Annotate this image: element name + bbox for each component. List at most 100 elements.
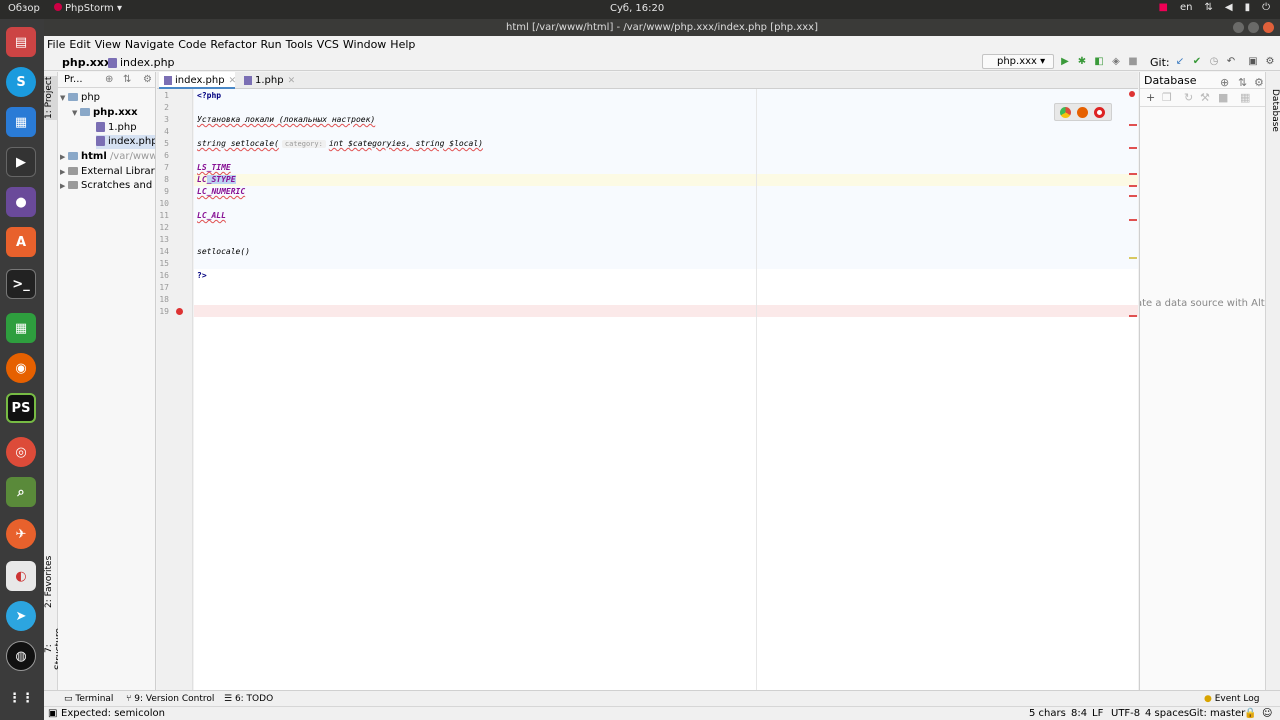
terminal-icon[interactable]: >_ [6, 269, 36, 299]
tree-item-1-php[interactable]: 1.php [96, 121, 137, 135]
tab-event-log[interactable]: ● Event Log [1204, 694, 1259, 704]
profile-icon[interactable]: ◈ [1110, 56, 1122, 68]
expand-arrow-icon[interactable]: ▼ [72, 106, 80, 120]
language-indicator[interactable]: en [1180, 2, 1193, 13]
app-menu[interactable]: PhpStorm ▾ [54, 3, 122, 14]
maximize-button[interactable] [1248, 22, 1259, 33]
copy-icon[interactable]: ❐ [1162, 91, 1172, 104]
minimize-button[interactable] [1233, 22, 1244, 33]
writer-icon[interactable]: ▦ [6, 107, 36, 137]
menu-refactor[interactable]: Refactor [210, 36, 260, 53]
menu-window[interactable]: Window [343, 36, 390, 53]
tree-item-html[interactable]: ▶ html /var/www [60, 150, 155, 164]
show-apps-icon[interactable]: ⋮⋮ [6, 683, 36, 713]
run-configuration-select[interactable]: php.xxx ▾ [982, 54, 1054, 69]
breakpoint-icon[interactable] [176, 308, 183, 315]
firefox-preview-icon[interactable] [1077, 106, 1088, 118]
image-viewer-icon[interactable]: ⌕ [6, 477, 36, 507]
breadcrumb-file[interactable]: index.php [108, 56, 175, 69]
project-structure-icon[interactable]: ▣ [1247, 56, 1259, 68]
tab-todo[interactable]: ☰ 6: TODO [224, 694, 273, 704]
skype-icon[interactable]: S [6, 67, 36, 97]
recorder-icon[interactable]: ◐ [6, 561, 36, 591]
error-mark[interactable] [1129, 219, 1137, 221]
debug-icon[interactable]: ✱ [1076, 56, 1088, 68]
breadcrumb-project[interactable]: php.xxx [62, 56, 111, 69]
status-indent[interactable]: 4 spaces [1145, 708, 1189, 719]
tab-project[interactable]: 1: Project [44, 76, 58, 120]
collapse-arrow-icon[interactable]: ▶ [60, 165, 68, 179]
collapse-arrow-icon[interactable]: ▶ [60, 179, 68, 193]
table-icon[interactable]: ▦ [1240, 91, 1250, 104]
tree-item-php[interactable]: ▼ php [60, 91, 100, 105]
tree-item-external-libraries[interactable]: ▶ External Librari [60, 165, 155, 179]
inspector-icon[interactable]: ☺ [1262, 708, 1272, 719]
menu-code[interactable]: Code [178, 36, 210, 53]
chrome-preview-icon[interactable] [1060, 106, 1071, 118]
tab-structure[interactable]: 7: Structure [44, 624, 64, 674]
git-revert-icon[interactable]: ↶ [1225, 56, 1237, 68]
coverage-icon[interactable]: ◧ [1093, 56, 1105, 68]
firefox-icon[interactable]: ◉ [6, 353, 36, 383]
error-mark[interactable] [1129, 173, 1137, 175]
menu-tools[interactable]: Tools [286, 36, 317, 53]
volume-icon[interactable]: ◀ [1225, 2, 1233, 13]
status-position[interactable]: 8:4 [1071, 708, 1087, 719]
tab-database[interactable]: Database [1266, 88, 1280, 132]
activities-button[interactable]: Обзор [8, 3, 40, 14]
phpstorm-dock-icon[interactable]: PS [6, 393, 36, 423]
menu-help[interactable]: Help [390, 36, 419, 53]
error-stripe[interactable] [1128, 89, 1138, 690]
close-tab-icon[interactable]: ✕ [288, 76, 296, 86]
video-icon[interactable]: ▶ [6, 147, 36, 177]
refresh-icon[interactable]: ↻ [1184, 91, 1193, 104]
software-center-icon[interactable]: A [6, 227, 36, 257]
menu-edit[interactable]: Edit [69, 36, 94, 53]
files-icon[interactable]: ▤ [6, 27, 36, 57]
chrome-icon[interactable]: ◎ [6, 437, 36, 467]
menu-vcs[interactable]: VCS [317, 36, 343, 53]
menu-navigate[interactable]: Navigate [125, 36, 178, 53]
error-mark[interactable] [1129, 195, 1137, 197]
status-encoding[interactable]: UTF-8 [1111, 708, 1140, 719]
menu-file[interactable]: File [47, 36, 69, 53]
tree-item-scratches[interactable]: ▶ Scratches and C [60, 179, 155, 193]
clock[interactable]: Суб, 16:20 [610, 3, 664, 14]
close-tab-icon[interactable]: ✕ [229, 76, 237, 86]
status-line-separator[interactable]: LF [1092, 708, 1103, 719]
locate-icon[interactable]: ⊕ [105, 72, 113, 88]
close-button[interactable] [1263, 22, 1274, 33]
network-icon[interactable]: ⇅ [1204, 2, 1212, 13]
project-view-label[interactable]: Pr... [64, 74, 83, 85]
tab-1-php[interactable]: 1.php ✕ [239, 72, 299, 89]
tree-item-php-xxx[interactable]: ▼ php.xxx [72, 106, 138, 120]
schema-icon[interactable]: ⚒ [1200, 91, 1210, 104]
tab-version-control[interactable]: ⑂ 9: Version Control [126, 694, 214, 704]
telegram-icon[interactable]: ➤ [6, 601, 36, 631]
tab-index-php[interactable]: index.php ✕ [159, 72, 237, 89]
stop-icon[interactable]: ■ [1127, 56, 1139, 68]
run-icon[interactable]: ▶ [1059, 56, 1071, 68]
obs-icon[interactable]: ◍ [6, 641, 36, 671]
git-update-icon[interactable]: ↙ [1174, 56, 1186, 68]
power-icon[interactable]: ⏻ [1262, 2, 1270, 13]
stop-query-icon[interactable]: ■ [1218, 91, 1228, 104]
tree-item-index-php[interactable]: index.php [96, 135, 155, 149]
calc-icon[interactable]: ▦ [6, 313, 36, 343]
menu-view[interactable]: View [95, 36, 125, 53]
warning-mark[interactable] [1129, 257, 1137, 259]
error-status-icon[interactable] [1129, 91, 1135, 97]
settings-icon[interactable]: ⚙ [1264, 56, 1276, 68]
git-commit-icon[interactable]: ✔ [1191, 56, 1203, 68]
error-mark[interactable] [1129, 315, 1137, 317]
gear-icon[interactable]: ⚙ [143, 72, 152, 88]
collapse-icon[interactable]: ⇅ [123, 72, 131, 88]
editor-gutter[interactable]: 1 2 3 4 5 6 7 8 9 10 11 12 13 14 15 16 1… [157, 89, 193, 690]
add-datasource-icon[interactable]: + [1146, 91, 1155, 104]
postman-icon[interactable]: ✈ [6, 519, 36, 549]
webcam-icon[interactable]: ● [6, 187, 36, 217]
opera-preview-icon[interactable] [1094, 106, 1105, 118]
expand-arrow-icon[interactable]: ▼ [60, 91, 68, 105]
tab-terminal[interactable]: ▭ Terminal [64, 694, 113, 704]
status-git-branch[interactable]: Git: master [1189, 708, 1245, 719]
